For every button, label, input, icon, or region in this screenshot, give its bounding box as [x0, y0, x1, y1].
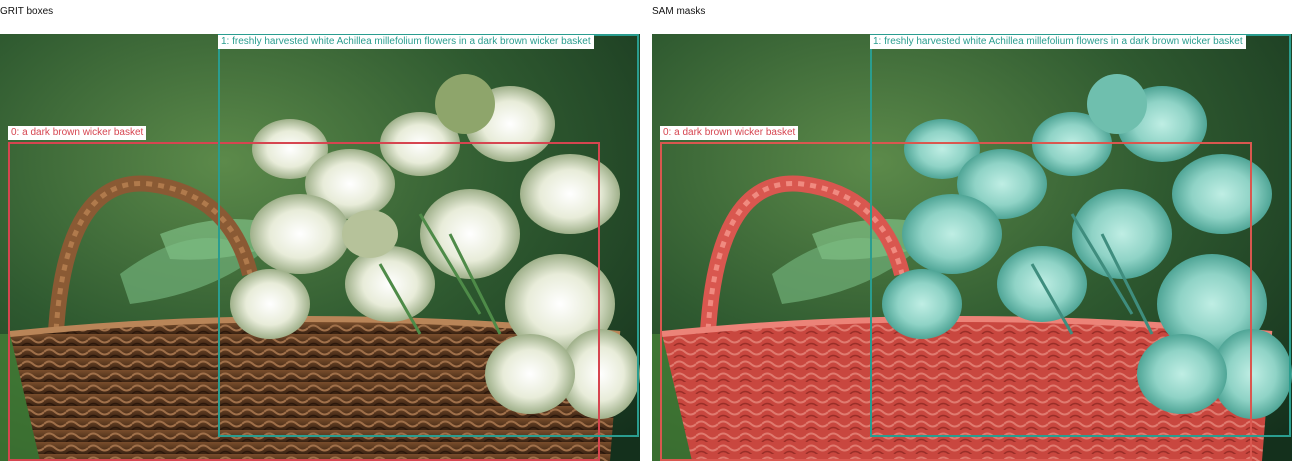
panel-title-grit-boxes: GRIT boxes: [0, 6, 54, 17]
flower-basket-photo: [0, 34, 640, 461]
panel-title-sam-masks: SAM masks: [652, 6, 706, 17]
photo-sam-masks: 0: a dark brown wicker basket 1: freshly…: [652, 34, 1292, 461]
flower-basket-photo-masked: [652, 34, 1292, 461]
photo-grit-boxes: 0: a dark brown wicker basket 1: freshly…: [0, 34, 640, 461]
